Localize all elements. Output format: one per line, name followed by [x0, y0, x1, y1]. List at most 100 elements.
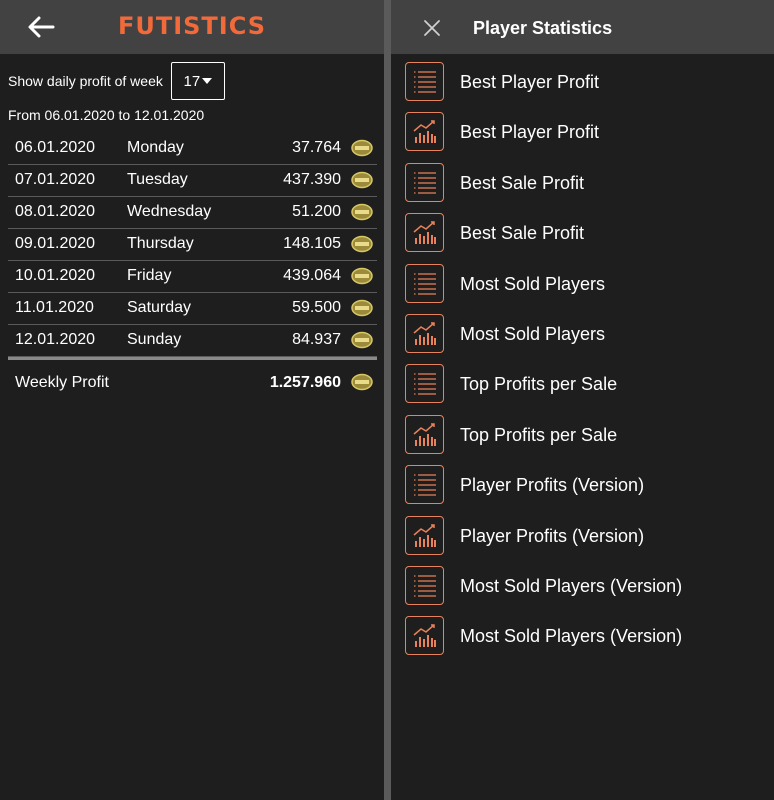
- menu-icon-frame: [405, 213, 444, 253]
- weekly-total-value: 1.257.960: [269, 374, 341, 391]
- list-icon: [414, 172, 436, 194]
- row-weekday: Wednesday: [127, 203, 212, 220]
- drawer-menu-item[interactable]: Top Profits per Sale: [391, 360, 774, 410]
- drawer-menu-item[interactable]: Most Sold Players (Version): [391, 562, 774, 612]
- week-selector-label: Show daily profit of week: [8, 73, 163, 89]
- chart-icon: [413, 322, 436, 345]
- list-icon: [414, 272, 436, 295]
- menu-icon-frame: [405, 162, 444, 202]
- list-icon: [414, 575, 436, 597]
- statistics-drawer: Player Statistics Best Player Profit Best…: [391, 0, 774, 800]
- chart-icon: [413, 523, 436, 547]
- drawer-header: Player Statistics: [391, 0, 774, 54]
- menu-item-label: Most Sold Players (Version): [460, 626, 683, 647]
- row-profit: 59.500: [292, 299, 341, 316]
- chart-icon: [413, 120, 436, 144]
- chart-icon: [413, 422, 436, 446]
- menu-icon-frame: [405, 62, 444, 101]
- menu-item-label: Best Player Profit: [460, 72, 600, 92]
- coin-icon: [351, 171, 373, 189]
- drawer-menu-item[interactable]: Player Profits (Version): [391, 512, 774, 562]
- row-date: 10.01.2020: [15, 267, 96, 284]
- week-dropdown[interactable]: 17: [170, 62, 225, 100]
- menu-icon-frame: [405, 565, 444, 605]
- menu-item-label: Best Sale Profit: [460, 223, 585, 244]
- menu-item-label: Best Sale Profit: [460, 172, 585, 193]
- chart-icon: [413, 624, 436, 648]
- close-icon[interactable]: [423, 19, 441, 37]
- chart-icon: [413, 221, 436, 245]
- row-profit: 439.064: [283, 267, 341, 284]
- row-weekday: Sunday: [127, 331, 182, 348]
- week-dropdown-value: 17: [183, 72, 201, 90]
- row-date: 09.01.2020: [15, 235, 96, 252]
- menu-icon-frame: [405, 465, 444, 505]
- main-panel: FUTISTICS Show daily profit of week 17 F…: [0, 0, 384, 800]
- panel-divider: [384, 0, 391, 800]
- weekly-total-row: Weekly Profit 1.257.960: [8, 360, 377, 404]
- row-weekday: Monday: [127, 139, 184, 156]
- table-row: 09.01.2020 Thursday 148.105: [8, 229, 377, 261]
- table-row: 08.01.2020 Wednesday 51.200: [8, 197, 377, 229]
- table-row: 12.01.2020 Sunday 84.937: [8, 325, 377, 357]
- drawer-title: Player Statistics: [473, 18, 613, 38]
- date-range-text: From 06.01.2020 to 12.01.2020: [8, 107, 205, 123]
- row-date: 06.01.2020: [15, 139, 96, 156]
- statistics-menu: Best Player Profit Best Player Profit Best…: [391, 58, 774, 663]
- list-icon: [414, 474, 436, 496]
- row-profit: 84.937: [292, 331, 341, 348]
- list-icon: [414, 71, 436, 93]
- row-weekday: Tuesday: [127, 171, 188, 188]
- drawer-menu-item[interactable]: Best Sale Profit: [391, 209, 774, 259]
- week-selector-row: Show daily profit of week 17: [8, 62, 225, 100]
- drawer-menu-item[interactable]: Best Sale Profit: [391, 159, 774, 209]
- row-weekday: Saturday: [127, 299, 192, 316]
- coin-icon: [351, 299, 373, 317]
- menu-item-label: Best Player Profit: [460, 122, 600, 143]
- menu-item-label: Top Profits per Sale: [460, 374, 618, 395]
- menu-item-label: Most Sold Players: [460, 273, 606, 294]
- coin-icon: [351, 235, 373, 253]
- menu-icon-frame: [405, 364, 444, 404]
- menu-icon-frame: [405, 263, 444, 303]
- menu-item-label: Player Profits (Version): [460, 475, 645, 496]
- drawer-menu-item[interactable]: Most Sold Players (Version): [391, 612, 774, 662]
- dropdown-caret-icon: [202, 78, 213, 84]
- row-date: 11.01.2020: [15, 299, 94, 316]
- app-logo: FUTISTICS: [117, 12, 267, 40]
- row-date: 07.01.2020: [15, 171, 96, 188]
- row-date: 08.01.2020: [15, 203, 96, 220]
- table-row: 10.01.2020 Friday 439.064: [8, 261, 377, 293]
- weekly-total-label: Weekly Profit: [15, 374, 109, 391]
- table-row: 07.01.2020 Tuesday 437.390: [8, 165, 377, 197]
- drawer-menu-item[interactable]: Most Sold Players: [391, 260, 774, 310]
- drawer-menu-item[interactable]: Top Profits per Sale: [391, 411, 774, 461]
- menu-item-label: Most Sold Players (Version): [460, 575, 683, 596]
- row-profit: 51.200: [292, 203, 341, 220]
- coin-icon: [351, 331, 373, 349]
- drawer-menu-item[interactable]: Best Player Profit: [391, 58, 774, 108]
- row-date: 12.01.2020: [15, 331, 96, 348]
- row-weekday: Friday: [127, 267, 172, 284]
- menu-icon-frame: [405, 515, 444, 555]
- menu-item-label: Player Profits (Version): [460, 525, 645, 546]
- coin-icon: [351, 203, 373, 221]
- drawer-menu-item[interactable]: Player Profits (Version): [391, 461, 774, 511]
- menu-icon-frame: [405, 414, 444, 454]
- menu-item-label: Most Sold Players: [460, 323, 606, 344]
- menu-icon-frame: [405, 112, 444, 152]
- drawer-menu-item[interactable]: Best Player Profit: [391, 108, 774, 158]
- row-weekday: Thursday: [127, 235, 194, 252]
- coin-icon: [351, 267, 373, 285]
- drawer-menu-item[interactable]: Most Sold Players: [391, 310, 774, 360]
- list-icon: [414, 373, 436, 395]
- row-profit: 148.105: [283, 235, 341, 252]
- menu-icon-frame: [405, 313, 444, 353]
- table-row: 11.01.2020 Saturday 59.500: [8, 293, 377, 325]
- coin-icon: [351, 139, 373, 157]
- daily-profit-table: 06.01.2020 Monday 37.764 07.01.2020 Tuesday 4…: [8, 133, 377, 404]
- table-row: 06.01.2020 Monday 37.764: [8, 133, 377, 165]
- row-profit: 37.764: [292, 139, 341, 156]
- menu-icon-frame: [405, 616, 444, 656]
- menu-item-label: Top Profits per Sale: [460, 424, 618, 445]
